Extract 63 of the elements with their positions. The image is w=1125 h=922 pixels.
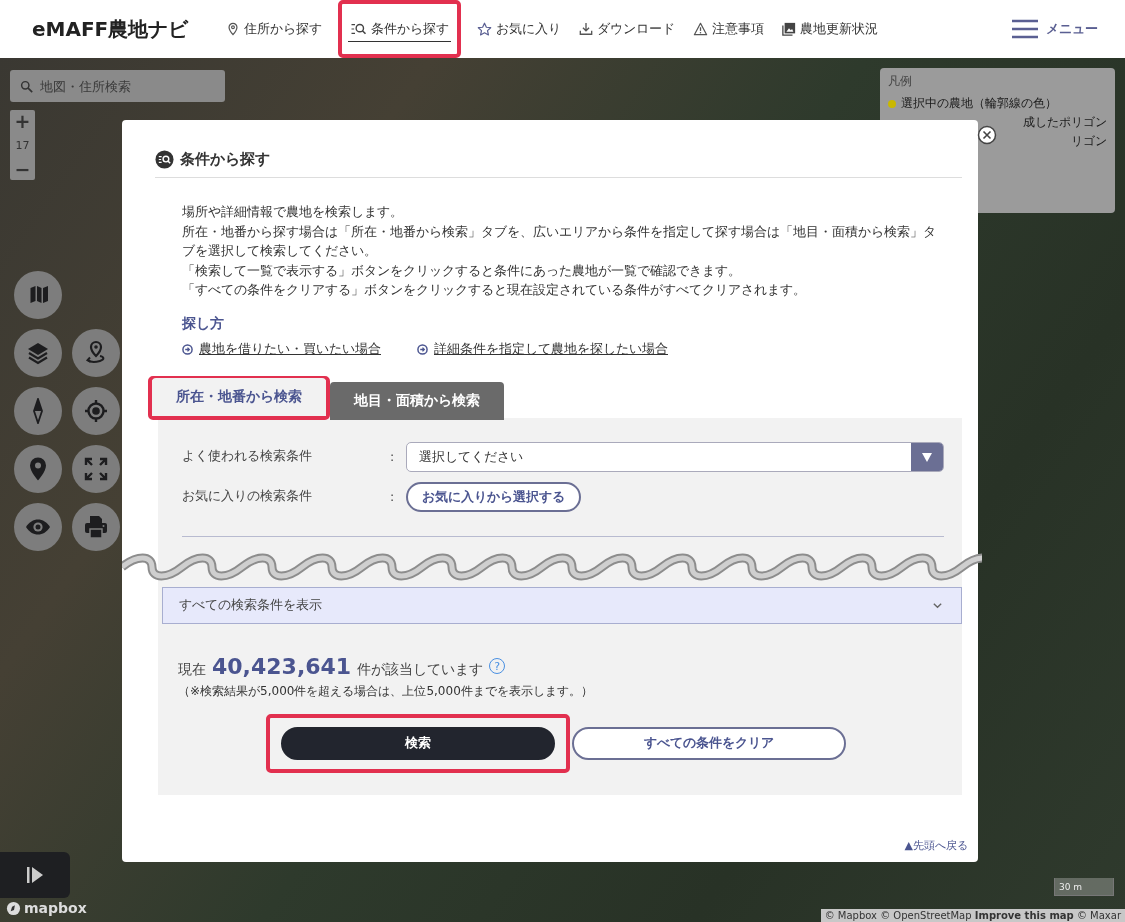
warning-icon	[693, 22, 709, 36]
target-icon	[83, 398, 109, 424]
nav-link[interactable]: 注意事項	[691, 17, 767, 41]
menu-button[interactable]: メニュー	[1012, 19, 1098, 39]
play-button[interactable]	[0, 852, 70, 898]
field-separator: :	[390, 489, 396, 504]
dialog-title: 条件から探す	[180, 150, 270, 169]
pin-icon	[226, 22, 241, 36]
favorites-button[interactable]: お気に入りから選択する	[406, 481, 581, 512]
printer-icon	[83, 514, 109, 540]
mapbox-logo-icon	[6, 900, 21, 916]
expand-icon	[83, 456, 109, 482]
tab[interactable]: 所在・地番から検索	[152, 377, 326, 416]
menu-icon	[1012, 19, 1038, 39]
play-icon	[26, 866, 44, 884]
field-separator: :	[390, 449, 396, 464]
nav-link[interactable]: 住所から探す	[224, 17, 325, 41]
download-icon	[579, 22, 594, 36]
legend-label: 選択中の農地（輪郭線の色）	[901, 95, 1057, 112]
intro-text: 所在・地番から探す場合は「所在・地番から検索」タブを、広いエリアから条件を指定して探す場合は「地目・面積から検索」タブを選択して検索してください。	[182, 222, 937, 260]
scale-bar: 30 m	[1054, 878, 1114, 896]
mapbox-logo: mapbox	[24, 900, 87, 916]
zoom-out-button[interactable]: −	[14, 159, 31, 179]
result-note: （※検索結果が5,000件を超える場合は、上位5,000件までを表示します。）	[178, 682, 594, 700]
map-search-field[interactable]: 地図・住所検索	[10, 70, 225, 102]
search-button[interactable]: 検索	[281, 726, 555, 760]
arrow-circle-icon	[182, 343, 193, 355]
count-prefix: 現在	[178, 660, 206, 679]
map-attribution: © Mapbox © OpenStreetMap Improve this map © Maxar	[820, 909, 1125, 922]
accordion-label: すべての検索条件を表示	[179, 596, 322, 614]
field-label: お気に入りの検索条件	[182, 488, 313, 505]
zoom-in-button[interactable]: +	[14, 111, 31, 131]
dropdown-triangle-icon	[921, 450, 933, 463]
nav-link[interactable]: 農地更新状況	[780, 17, 881, 41]
intro-text: 「すべての条件をクリアする」ボタンをクリックすると現在設定されている条件がすべてクリアされます。	[182, 281, 807, 299]
condition-select[interactable]: 選択してください	[406, 441, 944, 472]
intro-text: 「検索して一覧で表示する」ボタンをクリックすると条件にあった農地が一覧で確認できます。	[182, 261, 742, 280]
accordion-bar[interactable]: すべての検索条件を表示	[162, 586, 962, 624]
legend-label: 成したポリゴン	[1023, 114, 1107, 131]
arrow-circle-icon	[417, 343, 428, 355]
clear-button[interactable]: すべての条件をクリア	[572, 726, 846, 760]
search-icon	[20, 80, 33, 93]
nav-link[interactable]: ダウンロード	[577, 17, 678, 41]
nav-link[interactable]: 条件から探す	[348, 16, 452, 42]
field-label: よく使われる検索条件	[182, 448, 313, 465]
star-icon	[477, 21, 493, 37]
legend-title: 凡例	[888, 73, 913, 90]
intro-text: 場所や詳細情報で農地を検索します。	[182, 203, 404, 221]
result-count: 40,423,641	[212, 653, 352, 679]
tab[interactable]: 地目・面積から検索	[330, 381, 504, 420]
guide-link[interactable]: 農地を借りたい・買いたい場合	[182, 340, 381, 358]
search-list-icon	[155, 150, 174, 169]
search-list-icon	[350, 21, 368, 36]
close-icon[interactable]	[977, 125, 997, 145]
image-icon	[782, 22, 797, 36]
legend-label: リゴン	[1071, 133, 1107, 150]
nav-link[interactable]: お気に入り	[475, 17, 564, 41]
guide-link[interactable]: 詳細条件を指定して農地を探したい場合	[417, 340, 668, 358]
count-suffix: 件が該当しています	[357, 660, 484, 679]
app-logo[interactable]: eMAFF農地ナビ	[32, 15, 189, 43]
howto-heading: 探し方	[182, 314, 225, 333]
back-to-top-link[interactable]: ▲先頭へ戻る	[158, 837, 968, 853]
zoom-level: 17	[15, 138, 30, 152]
